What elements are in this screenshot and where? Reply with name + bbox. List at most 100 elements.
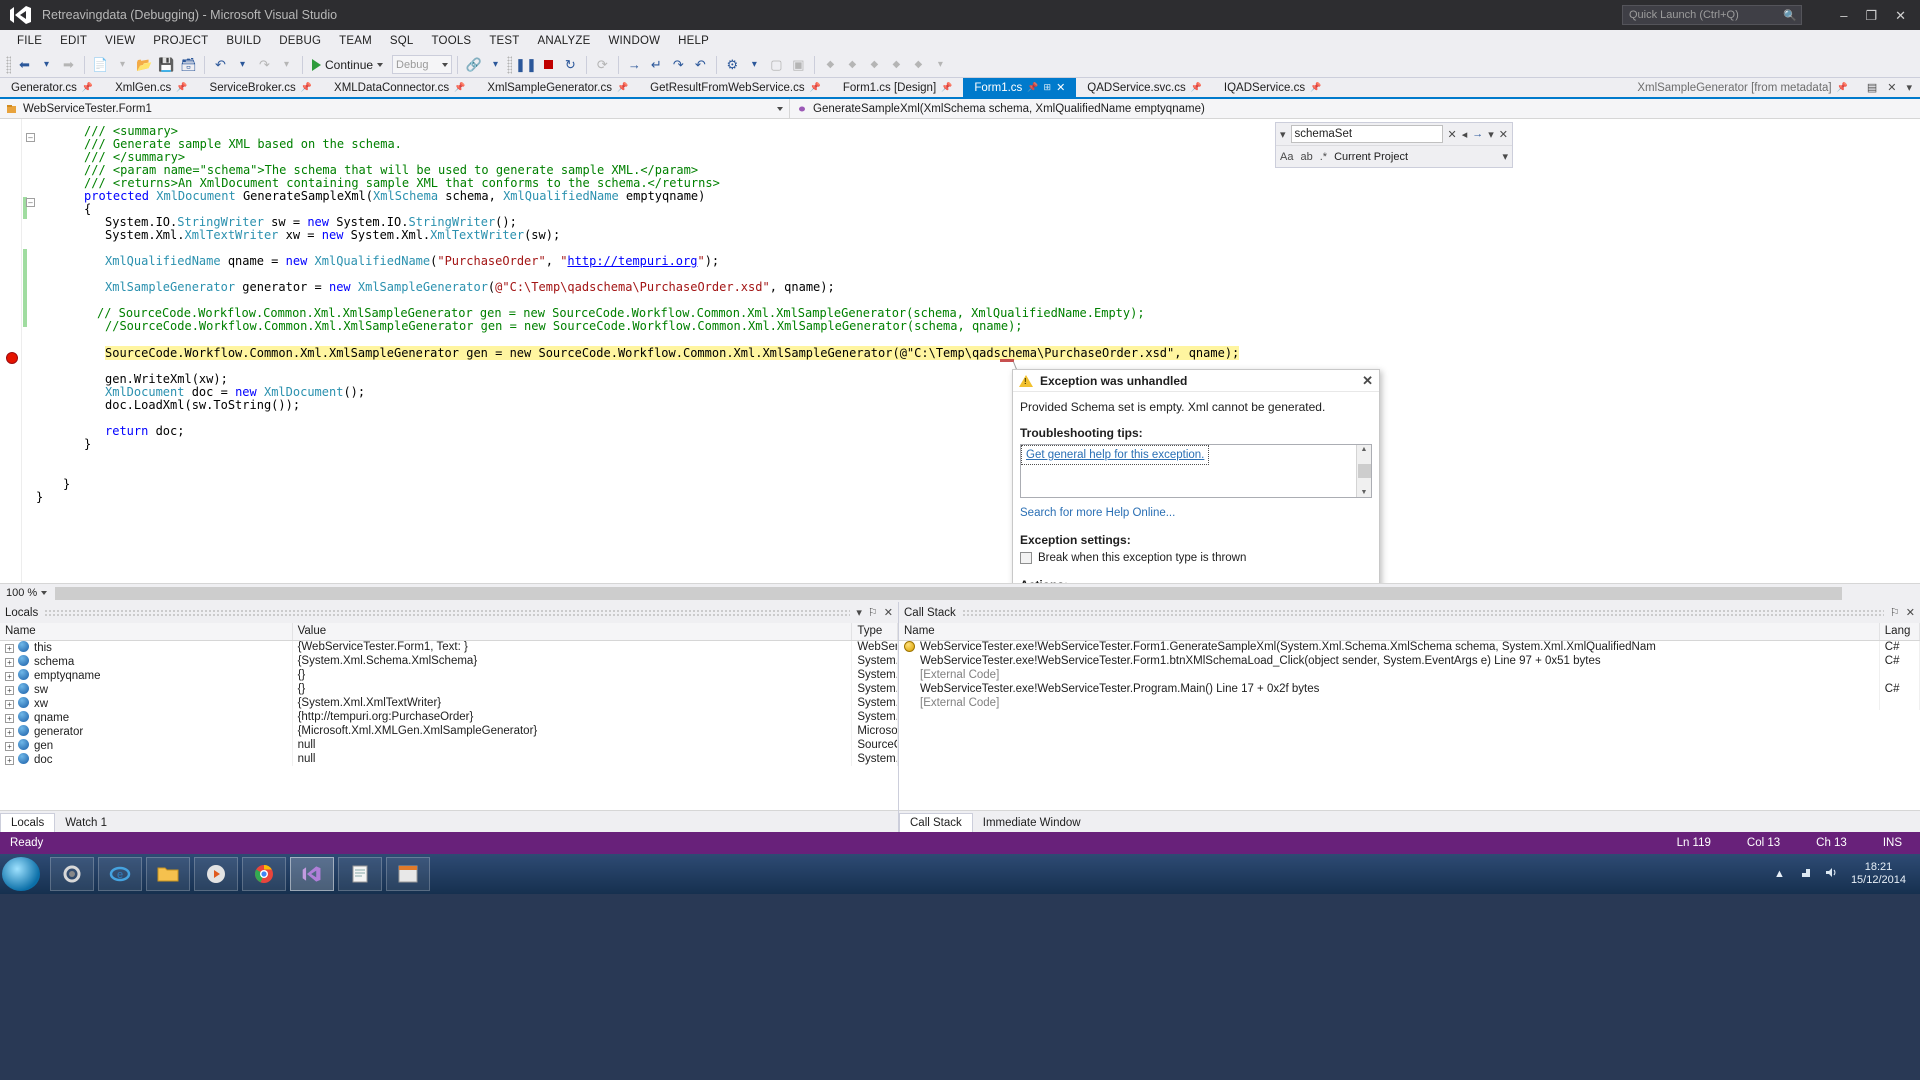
expand-icon[interactable]: + [5,685,14,695]
stop-debugging-icon[interactable] [538,54,559,76]
chevron-down-icon[interactable] [777,106,783,111]
chevron-down-icon[interactable]: ▾ [856,606,862,619]
general-help-link[interactable]: Get general help for this exception. [1021,445,1210,465]
table-row[interactable]: + doc nullSystem.) [0,752,898,766]
close-active-tab-icon[interactable]: ✕ [1887,81,1896,94]
code-lines[interactable]: /// <summary>/// Generate sample XML bas… [36,119,1920,583]
restart-icon[interactable]: ↻ [560,54,581,76]
expand-icon[interactable]: + [5,755,14,765]
maximize-button[interactable]: ❐ [1865,9,1877,22]
menu-sql[interactable]: SQL [381,33,423,49]
break-when-thrown-checkbox[interactable] [1020,552,1032,564]
attach-to-process-icon[interactable]: 🔗 [463,54,484,76]
expand-icon[interactable]: + [5,671,14,681]
table-row[interactable]: + gen nullSourceC [0,738,898,752]
taskbar-item-internet-explorer[interactable]: e [98,857,142,891]
menu-tools[interactable]: TOOLS [423,33,481,49]
menu-build[interactable]: BUILD [217,33,270,49]
show-next-statement-arrow-icon[interactable]: → [624,54,645,76]
member-scope-dropdown[interactable]: GenerateSampleXml(XmlSchema schema, XmlQ… [790,99,1211,118]
menu-file[interactable]: FILE [8,33,51,49]
taskbar-item-application[interactable] [386,857,430,891]
volume-icon[interactable] [1824,866,1839,882]
taskbar-item-settings[interactable] [50,857,94,891]
match-case-icon[interactable]: Aa [1280,151,1293,163]
tips-scrollbar[interactable]: ▲ ▼ [1356,445,1371,497]
locals-cell-value[interactable]: {http://tempuri.org:PurchaseOrder} [292,710,853,724]
pin-icon[interactable]: 📌 [301,82,312,93]
scroll-down-icon[interactable]: ▼ [1361,488,1368,497]
table-row[interactable]: [External Code] [899,696,1920,710]
menu-test[interactable]: TEST [480,33,528,49]
use-regex-icon[interactable]: .* [1320,151,1327,163]
tab-call-stack[interactable]: Call Stack [899,813,973,832]
locals-col-value[interactable]: Value [292,623,853,641]
breakpoint-icon[interactable] [6,352,18,364]
pin-icon[interactable]: 📌 [176,82,187,93]
call-stack-col-name[interactable]: Name [899,623,1880,641]
menu-help[interactable]: HELP [669,33,718,49]
call-stack-cell-name[interactable]: WebServiceTester.exe!WebServiceTester.Pr… [899,682,1880,696]
table-row[interactable]: + qname {http://tempuri.org:PurchaseOrder}… [0,710,898,724]
taskbar-item-notepad[interactable] [338,857,382,891]
tab-generator-cs[interactable]: Generator.cs 📌 [0,78,104,97]
scroll-up-icon[interactable]: ▲ [1361,445,1368,454]
start-button[interactable] [2,857,40,891]
editor-horizontal-scrollbar[interactable] [55,586,1916,600]
locals-cell-value[interactable]: {System.Xml.XmlTextWriter} [292,696,853,710]
taskbar-item-visual-studio[interactable] [290,857,334,891]
locals-cell-value[interactable]: {} [292,682,853,696]
pin-icon[interactable]: 📌 [941,82,952,93]
call-stack-grid[interactable]: Name Lang WebServiceTester.exe!WebServic… [899,623,1920,810]
scroll-thumb[interactable] [55,586,1842,600]
expand-icon[interactable]: + [5,713,14,723]
clear-search-icon[interactable]: ✕ [1448,128,1457,141]
toolbar-grip[interactable] [6,55,11,74]
call-stack-cell-name[interactable]: WebServiceTester.exe!WebServiceTester.Fo… [899,640,1880,654]
pin-icon[interactable]: 📌 [82,82,93,93]
tab-xmlsamplegenerator-metadata[interactable]: XmlSampleGenerator [from metadata] 📌 [1626,78,1859,97]
tab-servicebroker-cs[interactable]: ServiceBroker.cs 📌 [199,78,324,97]
hex-caret-icon[interactable]: ▾ [744,54,765,76]
navigate-backward-caret-icon[interactable]: ▾ [36,54,57,76]
menu-edit[interactable]: EDIT [51,33,96,49]
pin-icon[interactable]: 📌 [810,82,821,93]
expand-icon[interactable]: + [5,657,14,667]
unpin-icon[interactable]: ⊞ [1044,82,1052,93]
code-editor[interactable]: – – SourceCode.Workflow.Common.Xml.XmlSa… [0,119,1920,583]
tab-xmlsamplegenerator-cs[interactable]: XmlSampleGenerator.cs 📌 [476,78,639,97]
locals-grid[interactable]: Name Value Type + this {WebServiceTester.F… [0,623,898,810]
locals-cell-value[interactable]: {Microsoft.Xml.XMLGen.XmlSampleGenerator… [292,724,853,738]
find-next-icon[interactable]: → [1472,128,1483,140]
search-help-online-link[interactable]: Search for more Help Online... [1020,507,1372,519]
locals-col-type[interactable]: Type [851,623,898,641]
menu-analyze[interactable]: ANALYZE [529,33,600,49]
attach-caret-icon[interactable]: ▾ [485,54,506,76]
zoom-level[interactable]: 100 % [6,587,37,599]
menu-debug[interactable]: DEBUG [270,33,330,49]
pin-icon[interactable]: 📌 [454,82,465,93]
locals-cell-value[interactable]: {WebServiceTester.Form1, Text: } [292,640,853,654]
table-row[interactable]: + schema {System.Xml.Schema.XmlSchema} Syst… [0,654,898,668]
save-all-icon[interactable]: 🗃 [178,54,199,76]
pin-icon[interactable]: 📌 [617,82,628,93]
tab-list-icon[interactable]: ▤ [1867,81,1877,94]
table-row[interactable]: + xw {System.Xml.XmlTextWriter}System.) [0,696,898,710]
table-row[interactable]: + sw {}System.I [0,682,898,696]
close-icon[interactable]: ✕ [1056,81,1065,94]
locals-cell-value[interactable]: null [292,738,853,752]
call-stack-cell-name[interactable]: WebServiceTester.exe!WebServiceTester.Fo… [899,654,1880,668]
tab-getresultfromwebservice-cs[interactable]: GetResultFromWebService.cs 📌 [639,78,832,97]
pin-icon[interactable]: ⚐ [868,606,878,619]
close-icon[interactable]: ✕ [884,606,893,619]
table-row[interactable]: + this {WebServiceTester.Form1, Text: } Web… [0,640,898,654]
break-all-icon[interactable]: ❚❚ [515,54,537,76]
find-expand-icon[interactable]: ▾ [1280,128,1286,141]
table-row[interactable]: WebServiceTester.exe!WebServiceTester.Pr… [899,682,1920,696]
toolbar-grip-2[interactable] [507,55,513,74]
expand-icon[interactable]: + [5,643,14,653]
step-out-icon[interactable]: ↶ [690,54,711,76]
locals-cell-value[interactable]: {System.Xml.Schema.XmlSchema} [292,654,853,668]
exception-dialog[interactable]: Exception was unhandled ✕ Provided Schem… [1012,369,1380,583]
table-row[interactable]: [External Code] [899,668,1920,682]
